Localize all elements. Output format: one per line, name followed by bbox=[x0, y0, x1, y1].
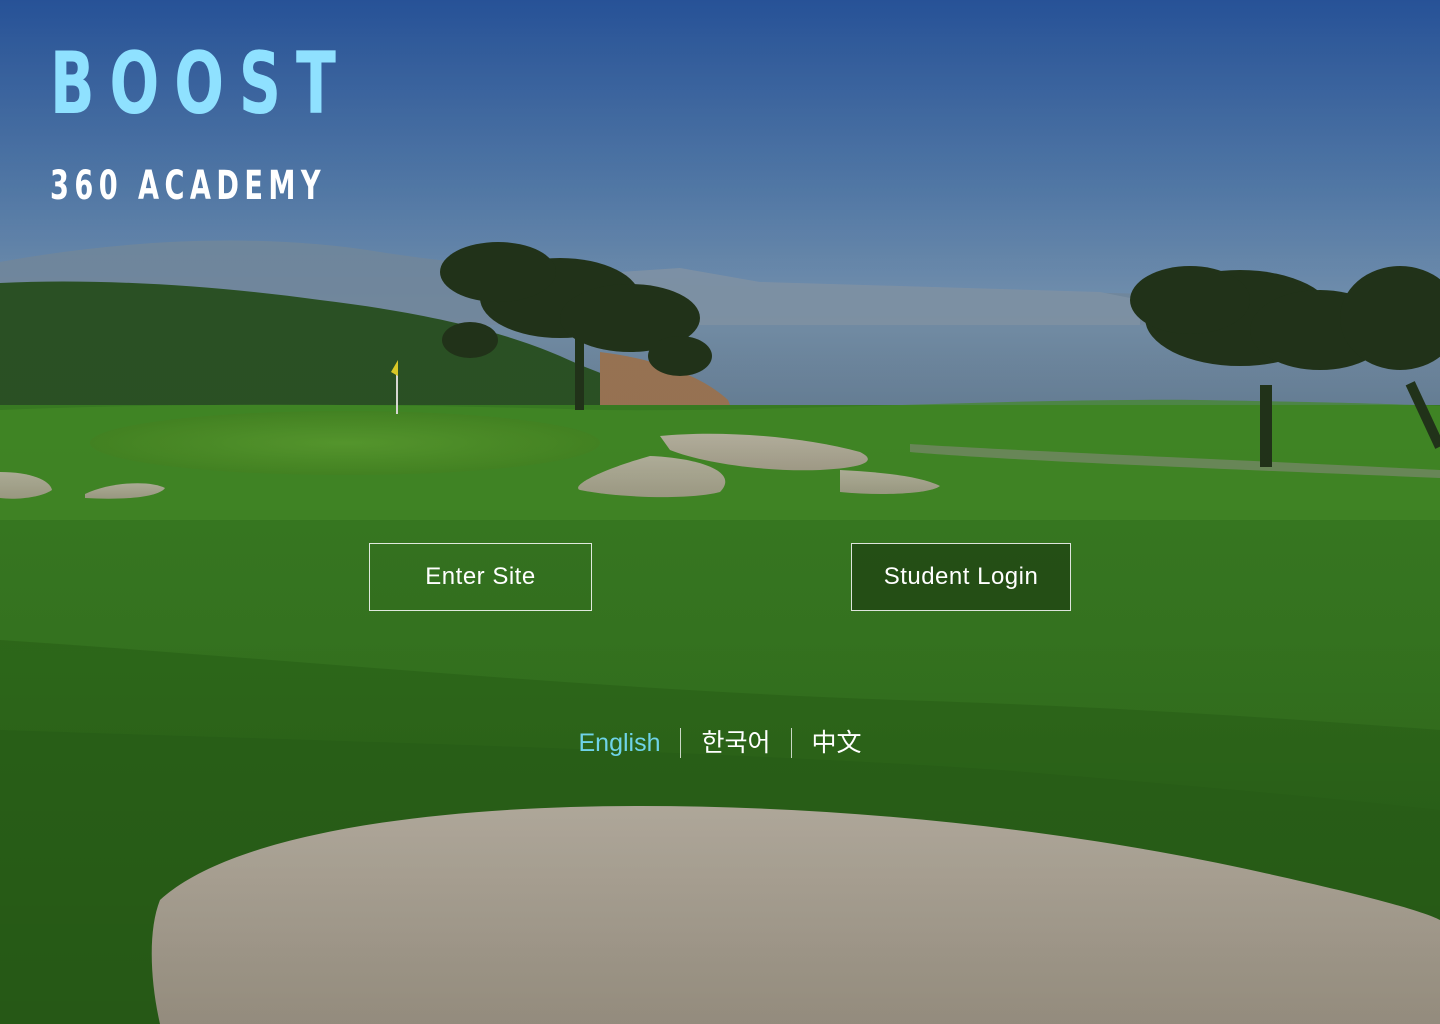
language-option-english[interactable]: English bbox=[558, 722, 680, 764]
brand-title: BOOST bbox=[50, 34, 351, 134]
language-option-korean[interactable]: 한국어 bbox=[681, 722, 790, 764]
student-login-button[interactable]: Student Login bbox=[851, 543, 1071, 611]
brand-subtitle: 360 ACADEMY bbox=[50, 163, 327, 209]
language-option-chinese[interactable]: 中文 bbox=[792, 722, 882, 764]
landing-page: BOOST 360 ACADEMY Enter Site Student Log… bbox=[0, 0, 1440, 1024]
enter-site-button[interactable]: Enter Site bbox=[369, 543, 592, 611]
brand-logo[interactable]: BOOST 360 ACADEMY bbox=[50, 38, 492, 208]
language-selector: English 한국어 中文 bbox=[0, 722, 1440, 764]
